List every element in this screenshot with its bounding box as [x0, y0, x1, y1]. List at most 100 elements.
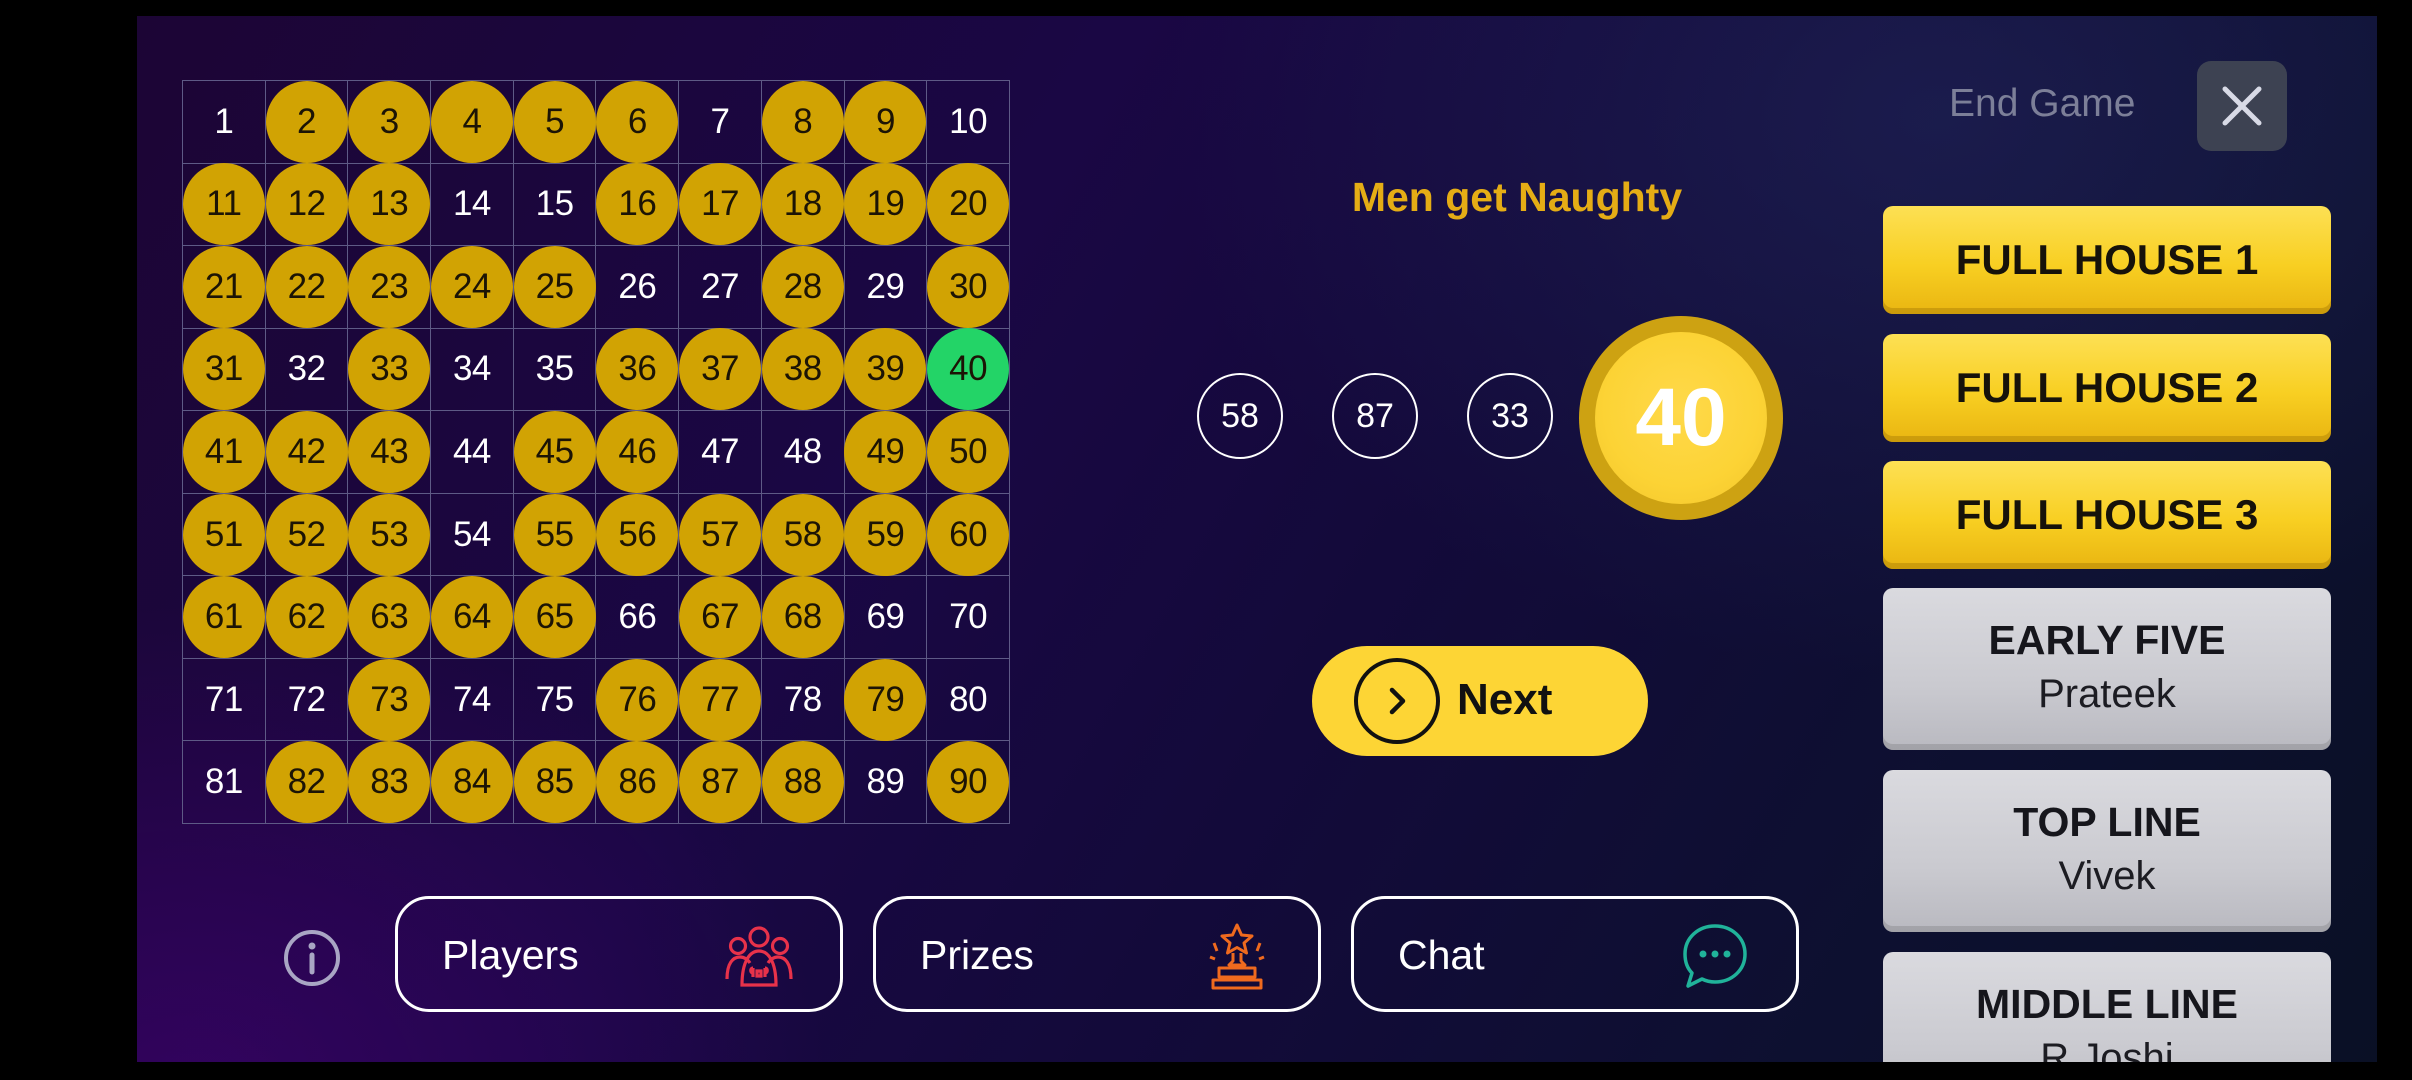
board-number: 65: [535, 597, 574, 637]
board-number: 68: [783, 597, 822, 637]
board-number: 20: [949, 184, 988, 224]
board-cell-67-called: 67: [679, 576, 762, 659]
board-cell-75: 75: [513, 658, 597, 742]
prize-name: FULL HOUSE 2: [1955, 364, 2259, 411]
chat-button[interactable]: Chat: [1351, 896, 1799, 1012]
board-cell-45-called: 45: [513, 410, 597, 494]
board-number: 48: [783, 431, 822, 471]
board-cell-12-called: 12: [265, 163, 349, 247]
board-number: 17: [701, 184, 739, 224]
board-number: 62: [287, 597, 326, 637]
board-cell-36-called: 36: [596, 328, 680, 412]
board-number: 80: [949, 679, 988, 719]
board-cell-1: 1: [183, 81, 266, 164]
board-number: 61: [204, 597, 243, 637]
prizes-button-label: Prizes: [920, 932, 1034, 978]
prize-winner: Prateek: [2038, 672, 2176, 716]
trophy-icon: [1209, 923, 1265, 990]
players-button[interactable]: Players: [395, 896, 843, 1012]
board-number: 90: [949, 762, 988, 802]
board-cell-26: 26: [596, 246, 680, 329]
prize-early-five[interactable]: EARLY FIVE Prateek: [1883, 588, 2331, 750]
board-number: 7: [710, 101, 730, 141]
board-number: 64: [452, 597, 491, 637]
board-cell-10: 10: [927, 81, 1010, 164]
board-cell-77-called: 77: [679, 658, 762, 742]
board-number: 49: [866, 431, 905, 471]
board-cell-89: 89: [844, 741, 928, 824]
board-cell-13-called: 13: [348, 163, 432, 247]
board-cell-70: 70: [927, 576, 1010, 659]
board-cell-30-called: 30: [927, 245, 1010, 329]
board-number: 5: [545, 101, 565, 141]
board-number: 51: [204, 514, 243, 554]
game-screen: 1 2 3 4 5 6 7 8 9 10 11 12 13 14 15 16 17 18 19 20 21 22 23 24 2…: [137, 16, 2377, 1062]
board-cell-6-called: 6: [596, 80, 680, 164]
board-number: 44: [452, 431, 491, 471]
board-cell-46-called: 46: [596, 410, 680, 494]
board-number: 33: [370, 349, 409, 389]
board-number: 86: [618, 762, 657, 802]
board-cell-57-called: 57: [679, 493, 762, 577]
board-cell-73-called: 73: [348, 658, 432, 742]
history-ball: 58: [1197, 373, 1283, 459]
board-cell-20-called: 20: [927, 163, 1010, 247]
prize-full-house-3[interactable]: FULL HOUSE 3: [1883, 461, 2331, 569]
board-cell-16-called: 16: [596, 163, 680, 247]
board-cell-88-called: 88: [761, 741, 845, 824]
end-game-label[interactable]: End Game: [1949, 82, 2169, 126]
prize-name: MIDDLE LINE: [1976, 981, 2238, 1027]
info-button[interactable]: [283, 929, 341, 987]
board-number: 6: [627, 101, 647, 141]
board-cell-60-called: 60: [927, 493, 1010, 577]
board-number: 24: [452, 266, 491, 306]
prizes-button[interactable]: Prizes: [873, 896, 1321, 1012]
prize-winner: Vivek: [2058, 854, 2156, 898]
board-cell-81: 81: [183, 741, 266, 824]
board-number: 25: [535, 266, 574, 306]
board-cell-25-called: 25: [513, 245, 597, 329]
board-number: 8: [793, 101, 813, 141]
board-number: 59: [866, 514, 905, 554]
players-button-label: Players: [442, 932, 579, 978]
prize-full-house-1[interactable]: FULL HOUSE 1: [1883, 206, 2331, 314]
board-number: 52: [287, 514, 326, 554]
board-number: 16: [618, 184, 657, 224]
board-cell-90-called: 90: [927, 741, 1010, 824]
board-cell-40-current: 40: [927, 328, 1010, 412]
board-number: 87: [701, 762, 739, 802]
board-number: 11: [206, 184, 242, 224]
prize-top-line[interactable]: TOP LINE Vivek: [1883, 770, 2331, 932]
board-number: 18: [783, 184, 822, 224]
board-cell-87-called: 87: [679, 741, 762, 824]
prize-full-house-2[interactable]: FULL HOUSE 2: [1883, 334, 2331, 442]
prize-winner: R Joshi: [2040, 1036, 2174, 1062]
board-cell-63-called: 63: [348, 576, 432, 659]
board-cell-53-called: 53: [348, 493, 432, 577]
board-cell-11-called: 11: [182, 163, 266, 247]
board-number: 45: [535, 431, 574, 471]
board-cell-39-called: 39: [844, 328, 928, 412]
board-number: 63: [370, 597, 409, 637]
board-number: 23: [370, 266, 409, 306]
next-button-label: Next: [1457, 675, 1553, 724]
board-number: 9: [875, 101, 895, 141]
prize-middle-line[interactable]: MIDDLE LINE R Joshi: [1883, 952, 2331, 1062]
board-cell-56-called: 56: [596, 493, 680, 577]
board-number: 69: [866, 597, 905, 637]
board-cell-79-called: 79: [844, 658, 928, 742]
board-number: 82: [287, 762, 326, 802]
end-game-close-button[interactable]: [2197, 61, 2287, 151]
board-cell-34: 34: [431, 328, 514, 412]
board-number: 30: [949, 266, 988, 306]
board-number: 14: [452, 184, 491, 224]
players-group-icon: [725, 926, 793, 987]
board-number: 81: [204, 762, 243, 802]
board-cell-78: 78: [761, 658, 845, 742]
board-number: 71: [204, 679, 243, 719]
game-title: Men get Naughty: [1351, 174, 1683, 220]
next-button[interactable]: Next: [1312, 646, 1648, 756]
board-cell-51-called: 51: [182, 493, 266, 577]
board-cell-59-called: 59: [844, 493, 928, 577]
board-cell-35: 35: [513, 328, 597, 412]
